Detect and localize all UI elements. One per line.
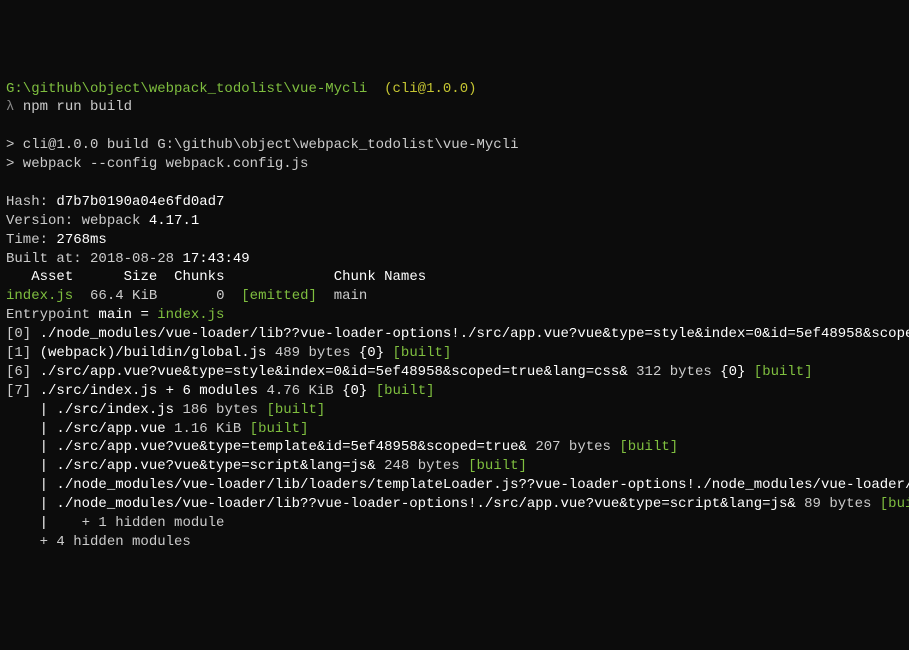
submodule-path: ./src/app.vue?vue&type=template&id=5ef48… — [56, 439, 526, 455]
col-asset: Asset — [31, 269, 73, 285]
asset-chunk: 0 — [216, 288, 224, 304]
prompt-symbol: λ — [6, 99, 14, 115]
built-at-date: 2018-08-28 — [90, 251, 174, 267]
module-path: ./node_modules/vue-loader/lib??vue-loade… — [40, 326, 909, 342]
module-size: 489 bytes — [275, 345, 351, 361]
tree-pipe: | — [40, 496, 48, 512]
cwd: G:\github\object\webpack_todolist\vue-My… — [6, 81, 367, 97]
module-built: [built] — [250, 421, 309, 437]
module-chunk: {0} — [342, 383, 367, 399]
version-prefix: webpack — [82, 213, 141, 229]
npm-script-line: > cli@1.0.0 build G:\github\object\webpa… — [6, 137, 518, 153]
tree-pipe: | — [40, 421, 48, 437]
module-path: ./src/index.js + 6 modules — [40, 383, 258, 399]
npm-exec-line: > webpack --config webpack.config.js — [6, 156, 308, 172]
hash-label: Hash: — [6, 194, 48, 210]
submodule-size: 207 bytes — [535, 439, 611, 455]
module-index: [0] — [6, 326, 31, 342]
time-value: 2768ms — [56, 232, 106, 248]
submodule-path: ./src/app.vue?vue&type=script&lang=js& — [56, 458, 375, 474]
module-path: (webpack)/buildin/global.js — [40, 345, 267, 361]
asset-chunk-name: main — [334, 288, 368, 304]
hash-value: d7b7b0190a04e6fd0ad7 — [56, 194, 224, 210]
submodule-path: ./src/index.js — [56, 402, 174, 418]
module-chunk: {0} — [720, 364, 745, 380]
col-chunk-names: Chunk Names — [334, 269, 426, 285]
built-at-label: Built at: — [6, 251, 82, 267]
version-value: 4.17.1 — [149, 213, 199, 229]
col-chunks: Chunks — [174, 269, 224, 285]
submodule-path: ./src/app.vue — [56, 421, 165, 437]
module-chunk: {0} — [359, 345, 384, 361]
module-built: [built] — [376, 383, 435, 399]
hidden-modules: + 4 hidden modules — [40, 534, 191, 550]
tree-pipe: | — [40, 477, 48, 493]
submodule-size: 89 bytes — [804, 496, 871, 512]
module-index: [7] — [6, 383, 31, 399]
tree-pipe: | — [40, 402, 48, 418]
submodule-size: 1.16 KiB — [174, 421, 241, 437]
module-built: [built] — [619, 439, 678, 455]
entrypoint-label: Entrypoint — [6, 307, 90, 323]
submodule-path: ./node_modules/vue-loader/lib??vue-loade… — [56, 496, 795, 512]
entrypoint-eq: = — [140, 307, 148, 323]
submodule-path: ./node_modules/vue-loader/lib/loaders/te… — [56, 477, 909, 493]
tree-pipe: | — [40, 458, 48, 474]
module-built: [built] — [754, 364, 813, 380]
module-index: [6] — [6, 364, 31, 380]
tree-pipe: | — [40, 515, 48, 531]
asset-size: 66.4 KiB — [90, 288, 157, 304]
version-label: Version: — [6, 213, 73, 229]
entrypoint-name: main — [98, 307, 132, 323]
module-built: [built] — [880, 496, 909, 512]
module-built: [built] — [266, 402, 325, 418]
module-size: 4.76 KiB — [266, 383, 333, 399]
hidden-module: + 1 hidden module — [48, 515, 224, 531]
module-path: ./src/app.vue?vue&type=style&index=0&id=… — [40, 364, 628, 380]
env-tag: (cli@1.0.0) — [384, 81, 476, 97]
command[interactable]: npm run build — [23, 99, 132, 115]
tree-pipe: | — [40, 439, 48, 455]
module-built: [built] — [468, 458, 527, 474]
submodule-size: 186 bytes — [182, 402, 258, 418]
time-label: Time: — [6, 232, 48, 248]
asset-name: index.js — [6, 288, 73, 304]
asset-emitted: [emitted] — [241, 288, 317, 304]
entrypoint-file: index.js — [157, 307, 224, 323]
module-index: [1] — [6, 345, 31, 361]
module-size: 312 bytes — [636, 364, 712, 380]
col-size: Size — [124, 269, 158, 285]
built-at-time: 17:43:49 — [182, 251, 249, 267]
terminal-output: G:\github\object\webpack_todolist\vue-My… — [6, 80, 903, 552]
submodule-size: 248 bytes — [384, 458, 460, 474]
module-built: [built] — [393, 345, 452, 361]
